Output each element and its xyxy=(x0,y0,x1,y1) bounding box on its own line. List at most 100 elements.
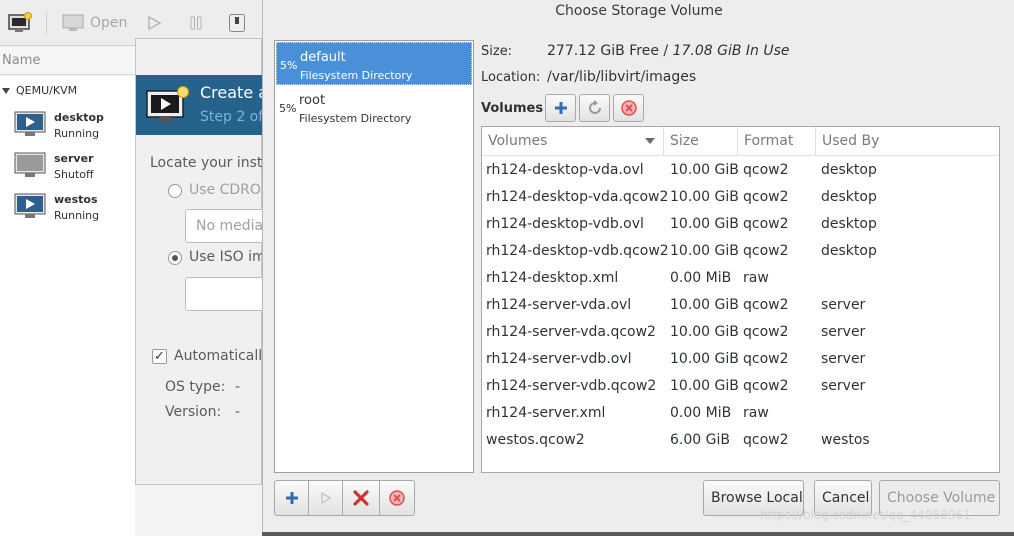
create-vm-title: Create a xyxy=(200,83,269,102)
size-label: Size: xyxy=(481,44,513,59)
cell-size: 10.00 GiB xyxy=(670,323,739,340)
table-row[interactable]: rh124-server-vda.qcow2 10.00 GiB qcow2 serv… xyxy=(482,319,999,346)
cell-used-by: desktop xyxy=(821,215,877,232)
table-row[interactable]: rh124-server-vdb.qcow2 10.00 GiB qcow2 serv… xyxy=(482,373,999,400)
table-row[interactable]: rh124-desktop-vdb.ovl 10.00 GiB qcow2 deskt… xyxy=(482,211,999,238)
running-vm-icon xyxy=(14,111,46,136)
vm-row-server[interactable]: server Shutoff xyxy=(14,152,94,181)
cell-used-by: desktop xyxy=(821,161,877,178)
dialog-title: Choose Storage Volume xyxy=(555,3,723,19)
play-icon xyxy=(148,15,162,31)
vm-name: server xyxy=(54,152,94,165)
storage-pool-list: 5% default Filesystem Directory 5% root … xyxy=(274,40,474,473)
start-pool-button[interactable] xyxy=(308,480,343,516)
size-value: 277.12 GiB Free / 17.08 GiB In Use xyxy=(547,43,790,59)
table-row[interactable]: rh124-server-vdb.ovl 10.00 GiB qcow2 server xyxy=(482,346,999,373)
delete-volume-button[interactable] xyxy=(613,94,644,122)
volumes-label: Volumes xyxy=(481,101,544,116)
locate-install-text: Locate your insta xyxy=(150,155,272,171)
connection-row[interactable]: QEMU/KVM xyxy=(2,84,77,97)
pause-icon xyxy=(190,16,202,30)
new-vm-icon xyxy=(146,86,189,122)
column-header-used-by[interactable]: Used By xyxy=(816,127,999,156)
table-row[interactable]: rh124-server-vda.ovl 10.00 GiB qcow2 server xyxy=(482,292,999,319)
cell-format: qcow2 xyxy=(743,242,789,259)
red-x-icon xyxy=(353,490,369,506)
stop-icon xyxy=(389,490,405,506)
table-row[interactable]: rh124-desktop-vdb.qcow2 10.00 GiB qcow2 des… xyxy=(482,238,999,265)
volumes-table: Volumes Size Format Used By rh124-deskto… xyxy=(481,126,1000,473)
cell-volume-name: rh124-server-vda.qcow2 xyxy=(486,323,656,340)
cell-used-by: server xyxy=(821,296,866,313)
desktop-background xyxy=(262,532,1014,536)
cell-volume-name: rh124-server.xml xyxy=(486,404,606,421)
create-vm-dialog: Create a Step 2 of Locate your insta Use… xyxy=(135,38,275,485)
cell-volume-name: westos.qcow2 xyxy=(486,431,585,448)
pool-item-default[interactable]: 5% default Filesystem Directory xyxy=(276,42,472,85)
column-header-volumes[interactable]: Volumes xyxy=(482,127,664,156)
new-vm-button[interactable] xyxy=(8,10,32,36)
pool-type: Filesystem Directory xyxy=(300,69,413,82)
cell-used-by: server xyxy=(821,350,866,367)
delete-pool-button[interactable] xyxy=(379,480,415,516)
add-pool-button[interactable] xyxy=(274,480,309,516)
column-header-size[interactable]: Size xyxy=(664,127,738,156)
cdrom-option-label: Use CDROI xyxy=(189,182,266,198)
cell-format: qcow2 xyxy=(743,323,789,340)
table-row[interactable]: rh124-desktop-vda.qcow2 10.00 GiB qcow2 des… xyxy=(482,184,999,211)
cell-size: 10.00 GiB xyxy=(670,350,739,367)
cell-size: 10.00 GiB xyxy=(670,215,739,232)
table-row[interactable]: rh124-server.xml 0.00 MiB raw xyxy=(482,400,999,427)
pool-type: Filesystem Directory xyxy=(299,112,412,125)
pool-name: root xyxy=(299,93,326,108)
cdrom-radio[interactable] xyxy=(168,184,182,198)
vm-status: Running xyxy=(54,209,100,222)
cell-format: qcow2 xyxy=(743,296,789,313)
cell-format: qcow2 xyxy=(743,431,789,448)
pool-item-root[interactable]: 5% root Filesystem Directory xyxy=(276,86,472,129)
pause-button[interactable] xyxy=(188,10,204,36)
cell-volume-name: rh124-desktop-vdb.qcow2 xyxy=(486,242,669,259)
vm-list: QEMU/KVM desktop Running server Shutoff … xyxy=(0,76,135,536)
cell-format: raw xyxy=(743,269,769,286)
cell-volume-name: rh124-server-vdb.qcow2 xyxy=(486,377,657,394)
cell-format: qcow2 xyxy=(743,188,789,205)
open-button[interactable]: Open xyxy=(62,10,127,36)
vm-row-westos[interactable]: westos Running xyxy=(14,193,99,222)
cell-used-by: desktop xyxy=(821,188,877,205)
pool-usage-percent: 5% xyxy=(280,59,298,72)
size-free-text: 277.12 GiB Free / xyxy=(547,43,673,59)
cell-volume-name: rh124-desktop-vda.ovl xyxy=(486,161,644,178)
choose-storage-volume-dialog: Choose Storage Volume 5% default Filesys… xyxy=(262,0,1014,532)
iso-radio[interactable] xyxy=(168,251,182,265)
auto-detect-checkbox[interactable]: ✓ xyxy=(152,349,167,364)
os-type-label: OS type: xyxy=(165,379,226,395)
refresh-volumes-button[interactable] xyxy=(579,94,610,122)
run-button[interactable] xyxy=(146,10,162,36)
vm-row-desktop[interactable]: desktop Running xyxy=(14,111,104,140)
monitor-icon xyxy=(62,14,84,31)
add-volume-button[interactable] xyxy=(545,94,576,122)
cell-format: qcow2 xyxy=(743,161,789,178)
no-media-text: No media xyxy=(196,218,264,234)
expander-down-icon xyxy=(2,87,10,94)
table-row[interactable]: rh124-desktop.xml 0.00 MiB raw xyxy=(482,265,999,292)
cell-size: 0.00 MiB xyxy=(670,404,732,421)
shutdown-button[interactable] xyxy=(228,10,246,36)
stop-icon xyxy=(620,100,637,116)
column-header-format[interactable]: Format xyxy=(738,127,816,156)
cell-size: 10.00 GiB xyxy=(670,377,739,394)
table-row[interactable]: westos.qcow2 6.00 GiB qcow2 westos xyxy=(482,427,999,454)
cell-used-by: server xyxy=(821,323,866,340)
location-value: /var/lib/libvirt/images xyxy=(547,69,697,85)
table-row[interactable]: rh124-desktop-vda.ovl 10.00 GiB qcow2 deskt… xyxy=(482,157,999,184)
cell-size: 10.00 GiB xyxy=(670,161,739,178)
refresh-icon xyxy=(588,100,601,114)
version-label: Version: xyxy=(165,404,222,420)
location-label: Location: xyxy=(481,70,541,85)
stop-pool-button[interactable] xyxy=(342,480,380,516)
volumes-table-header: Volumes Size Format Used By xyxy=(482,127,999,156)
power-icon xyxy=(229,14,245,32)
cell-format: qcow2 xyxy=(743,215,789,232)
create-vm-banner: Create a Step 2 of xyxy=(136,75,268,135)
